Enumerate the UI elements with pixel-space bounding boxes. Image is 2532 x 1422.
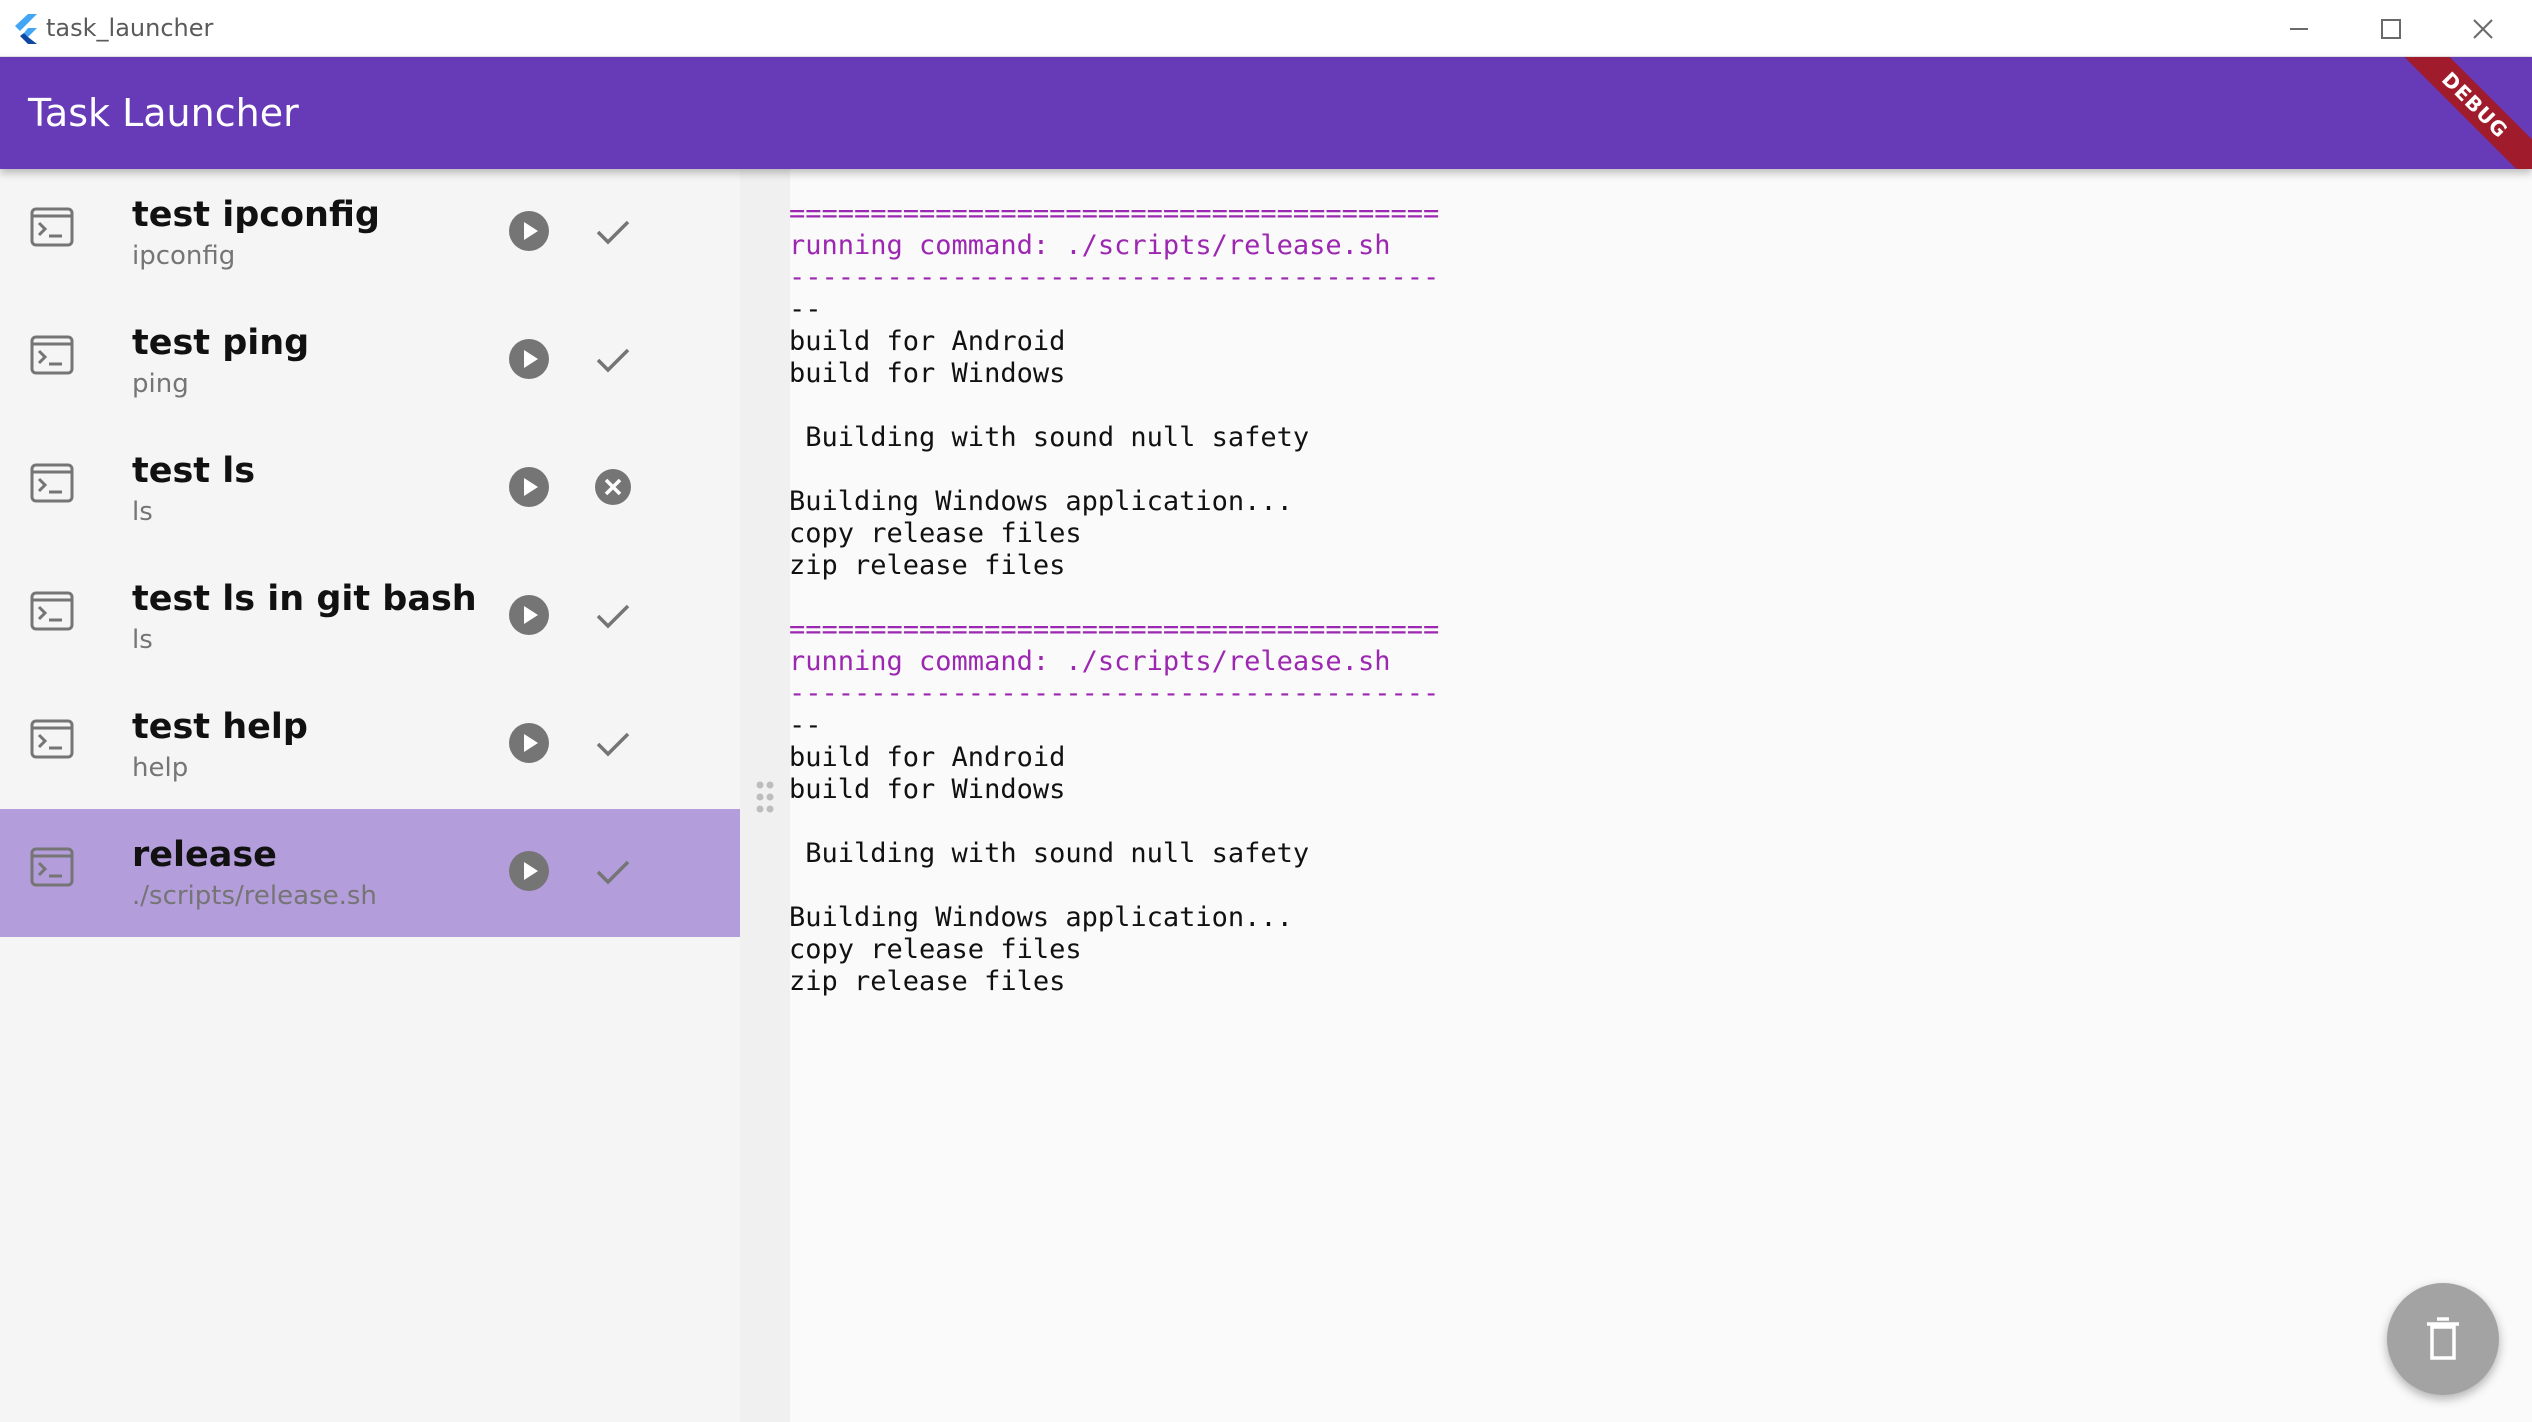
task-name: test help: [132, 707, 308, 747]
output-separator: ========================================: [789, 198, 1440, 229]
task-list-item[interactable]: test help help: [0, 681, 740, 809]
terminal-icon: [30, 207, 74, 247]
check-icon: [596, 220, 630, 245]
app-title: Task Launcher: [28, 91, 299, 135]
play-icon[interactable]: [508, 722, 550, 764]
minimize-button[interactable]: [2254, 0, 2344, 57]
task-command: ./scripts/release.sh: [132, 881, 377, 911]
window-title: task_launcher: [46, 14, 214, 42]
task-name: test ls in git bash: [132, 579, 477, 619]
minimize-icon: [2290, 27, 2308, 30]
task-command: ipconfig: [132, 241, 236, 271]
output-body: -- build for Android build for Windows B…: [789, 294, 1310, 581]
clear-output-button[interactable]: [2387, 1283, 2499, 1395]
app-bar: Task Launcher DEBUG: [0, 57, 2532, 169]
check-icon: [596, 348, 630, 373]
task-name: test ping: [132, 323, 310, 363]
output-dashes: ----------------------------------------: [789, 678, 1440, 709]
play-icon[interactable]: [508, 210, 550, 252]
output-header: running command: ./scripts/release.sh: [789, 230, 1391, 261]
output-body: -- build for Android build for Windows B…: [789, 710, 1310, 997]
task-command: ping: [132, 369, 189, 399]
task-list-item[interactable]: test ls ls: [0, 425, 740, 553]
task-command: ls: [132, 497, 153, 527]
task-name: release: [132, 835, 277, 875]
play-icon[interactable]: [508, 466, 550, 508]
close-icon: [2473, 18, 2493, 39]
maximize-icon: [2381, 18, 2401, 39]
check-icon: [596, 604, 630, 629]
play-icon[interactable]: [508, 594, 550, 636]
play-icon[interactable]: [508, 850, 550, 892]
check-icon: [596, 732, 630, 757]
window-title-bar: task_launcher: [0, 0, 2532, 57]
maximize-button[interactable]: [2346, 0, 2436, 57]
error-circle-icon: [595, 469, 631, 505]
task-name: test ipconfig: [132, 195, 380, 235]
task-command: help: [132, 753, 189, 783]
terminal-icon: [30, 591, 74, 631]
task-list-item[interactable]: test ping ping: [0, 297, 740, 425]
close-button[interactable]: [2438, 0, 2528, 57]
command-output: ========================================…: [789, 198, 2489, 1398]
play-icon[interactable]: [508, 338, 550, 380]
task-name: test ls: [132, 451, 256, 491]
terminal-icon: [30, 463, 74, 503]
output-header: running command: ./scripts/release.sh: [789, 646, 1391, 677]
task-list-item[interactable]: test ipconfig ipconfig: [0, 169, 740, 297]
task-command: ls: [132, 625, 153, 655]
terminal-icon: [30, 847, 74, 887]
output-separator: ========================================: [789, 614, 1440, 645]
task-list: test ipconfig ipconfig test ping ping te…: [0, 169, 740, 1422]
delete-icon: [2427, 1317, 2459, 1360]
debug-banner: DEBUG: [2382, 57, 2532, 169]
check-icon: [596, 860, 630, 885]
drag-handle-icon[interactable]: [755, 780, 775, 814]
output-dashes: ----------------------------------------: [789, 262, 1440, 293]
flutter-logo-icon: [15, 14, 37, 44]
task-list-item[interactable]: test ls in git bash ls: [0, 553, 740, 681]
task-list-item[interactable]: release ./scripts/release.sh: [0, 809, 740, 937]
output-spacer: [789, 582, 2489, 614]
terminal-icon: [30, 335, 74, 375]
terminal-icon: [30, 719, 74, 759]
